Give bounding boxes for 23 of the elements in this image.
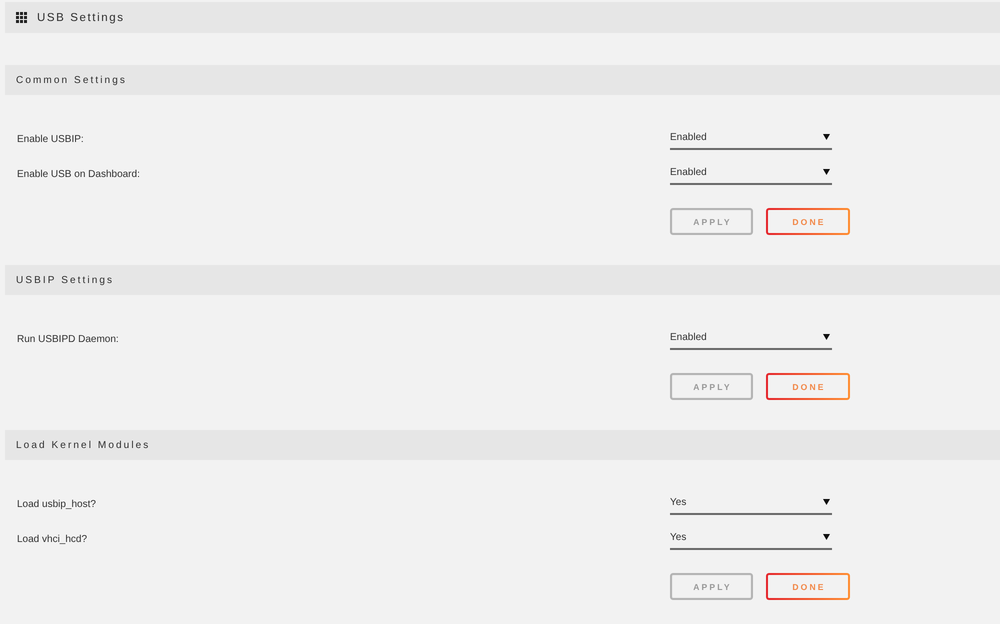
- setting-label: Load vhci_hcd?: [17, 534, 88, 544]
- done-button[interactable]: DONE: [766, 573, 850, 600]
- section-title: USBIP Settings: [16, 274, 114, 286]
- setting-label: Enable USB on Dashboard:: [17, 168, 140, 180]
- page-title: USB Settings: [37, 12, 125, 24]
- caret-icon: [823, 334, 830, 340]
- grid-icon: [16, 12, 27, 23]
- dropdown-field[interactable]: Yes: [670, 528, 832, 550]
- caret-icon: [823, 499, 830, 505]
- caret-icon: [823, 534, 830, 540]
- section-title: Common Settings: [16, 74, 127, 86]
- dropdown-field[interactable]: Enabled: [670, 128, 832, 150]
- setting-label: Load usbip_host?: [17, 498, 96, 510]
- dropdown-field[interactable]: Enabled: [670, 163, 832, 185]
- dropdown-field[interactable]: Yes: [670, 493, 832, 515]
- caret-icon: [823, 134, 830, 140]
- caret-icon: [823, 169, 830, 175]
- section-title: Load Kernel Modules: [16, 440, 150, 450]
- done-button[interactable]: DONE: [766, 373, 850, 400]
- dropdown-field[interactable]: Enabled: [670, 328, 832, 350]
- setting-label: Enable USBIP:: [17, 134, 84, 144]
- done-button[interactable]: DONE: [766, 208, 850, 235]
- setting-label: Run USBIPD Daemon:: [17, 334, 119, 344]
